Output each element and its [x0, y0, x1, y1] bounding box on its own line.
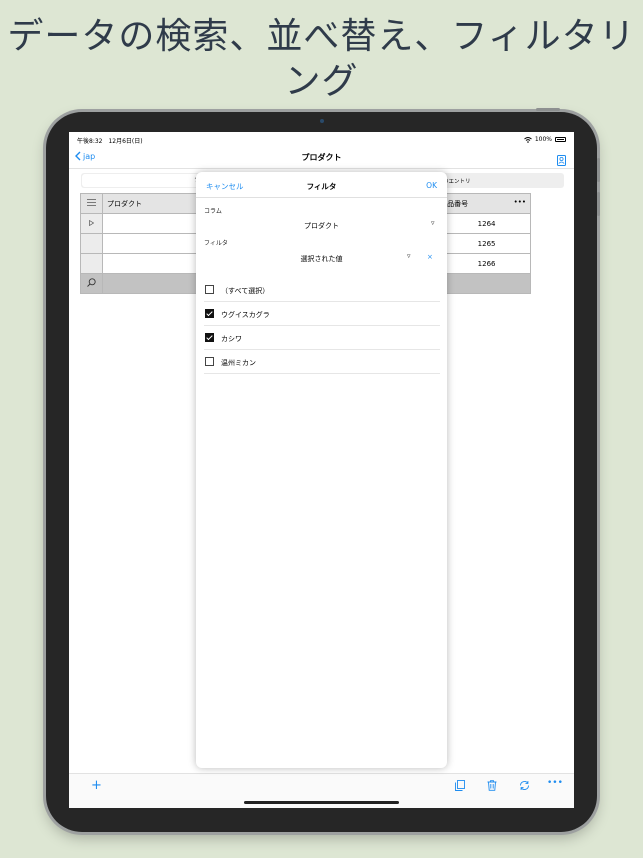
list-item[interactable]: ウグイスカグラ	[204, 302, 440, 326]
list-item[interactable]: （すべて選択）	[204, 278, 440, 302]
refresh-button[interactable]	[519, 780, 530, 794]
table-cell[interactable]: 1264	[442, 213, 531, 234]
clear-filter-icon[interactable]: ×	[427, 253, 433, 261]
wifi-icon	[524, 136, 532, 143]
checkbox[interactable]	[205, 285, 214, 294]
column-select-value: プロダクト	[304, 222, 339, 230]
menu-icon	[86, 199, 96, 206]
cancel-button[interactable]: キャンセル	[206, 181, 244, 192]
promo-headline: データの検索、並べ替え、フィルタリ ング	[0, 14, 643, 104]
ipad-frame: 午後8:32 12月6日(日) 100% jap プロダクト のエントリ プロダ…	[46, 108, 600, 832]
trash-icon	[487, 780, 497, 791]
navigation-bar: jap プロダクト	[69, 146, 574, 169]
status-right: 100%	[524, 136, 566, 143]
volume-button	[536, 108, 560, 111]
play-icon	[89, 219, 95, 226]
dropdown-triangle-icon: ▿	[431, 219, 435, 227]
column-header-number[interactable]: 品番号 •••	[442, 193, 531, 214]
checkbox[interactable]	[205, 357, 214, 366]
filter-select[interactable]: 選択された値 ▿	[196, 248, 421, 264]
dropdown-triangle-icon: ▿	[407, 252, 411, 260]
copy-icon	[455, 780, 465, 791]
battery-icon	[555, 137, 566, 142]
table-cell[interactable]: 1265	[442, 233, 531, 254]
camera-dot	[320, 119, 324, 123]
contact-card-icon	[557, 155, 566, 166]
menu-cell[interactable]	[80, 193, 103, 214]
more-icon[interactable]: •••	[514, 198, 526, 206]
list-item[interactable]: 温州ミカン	[204, 350, 440, 374]
row-header[interactable]	[80, 233, 103, 254]
app-screen: 午後8:32 12月6日(日) 100% jap プロダクト のエントリ プロダ…	[69, 132, 574, 808]
filter-popover: フィルタ キャンセル OK コラム プロダクト ▿ フィルタ 選択された値 ▿ …	[196, 172, 447, 768]
ok-button[interactable]: OK	[426, 181, 437, 190]
side-button	[597, 158, 600, 182]
checkbox[interactable]	[205, 333, 214, 342]
headline-line-1: データの検索、並べ替え、フィルタリ	[7, 16, 636, 57]
side-button	[597, 192, 600, 216]
copy-button[interactable]	[455, 780, 465, 794]
option-label: 温州ミカン	[221, 359, 256, 367]
headline-line-2: ング	[284, 61, 359, 102]
page-title: プロダクト	[301, 153, 342, 162]
checkbox[interactable]	[205, 309, 214, 318]
status-bar: 午後8:32 12月6日(日) 100%	[69, 132, 574, 146]
search-icon	[87, 278, 96, 287]
list-item[interactable]: カシワ	[204, 326, 440, 350]
home-indicator	[244, 801, 399, 804]
battery-percent: 100%	[534, 136, 552, 143]
column-select[interactable]: プロダクト ▿	[196, 216, 447, 232]
option-label: （すべて選択）	[221, 287, 270, 295]
status-time: 午後8:32 12月6日(日)	[77, 138, 143, 145]
option-label: ウグイスカグラ	[221, 311, 270, 319]
column-header-number-label: 品番号	[447, 199, 469, 208]
table-cell[interactable]: 1266	[442, 253, 531, 274]
segment-right[interactable]: のエントリ	[443, 177, 471, 185]
filter-cell[interactable]	[442, 273, 531, 294]
row-expander[interactable]	[80, 213, 103, 234]
search-cell[interactable]	[80, 273, 103, 294]
popover-divider	[196, 197, 447, 198]
column-label: コラム	[204, 208, 222, 215]
more-icon[interactable]: •••	[547, 778, 563, 788]
refresh-icon	[520, 781, 529, 790]
contact-card-button[interactable]	[557, 151, 566, 170]
delete-button[interactable]	[487, 780, 497, 794]
filter-label: フィルタ	[204, 240, 228, 247]
option-label: カシワ	[221, 335, 242, 343]
add-icon[interactable]: +	[91, 778, 102, 793]
row-header[interactable]	[80, 253, 103, 274]
